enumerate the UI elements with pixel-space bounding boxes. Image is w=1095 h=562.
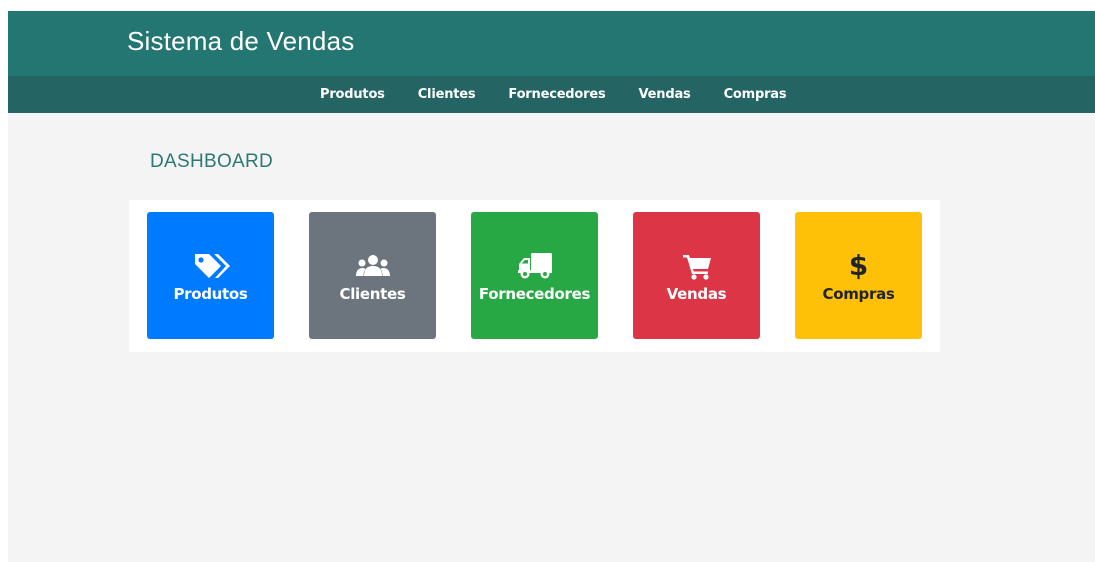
card-fornecedores[interactable]: Fornecedores: [471, 212, 598, 339]
page-title: DASHBOARD: [150, 151, 274, 172]
app-title: Sistema de Vendas: [127, 26, 355, 56]
card-compras-label: Compras: [822, 284, 895, 303]
nav-item-vendas[interactable]: Vendas: [639, 87, 691, 102]
app-header: Sistema de Vendas: [8, 11, 1095, 76]
card-vendas[interactable]: Vendas: [633, 212, 760, 339]
card-produtos[interactable]: Produtos: [147, 212, 274, 339]
nav-item-clientes[interactable]: Clientes: [418, 87, 476, 102]
dollar-glyph: $: [848, 248, 869, 282]
card-produtos-label: Produtos: [173, 284, 248, 303]
nav-items: Produtos Clientes Fornecedores Vendas Co…: [320, 76, 819, 113]
card-clientes[interactable]: Clientes: [309, 212, 436, 339]
nav-item-produtos[interactable]: Produtos: [320, 87, 385, 102]
dashboard-card-panel: Produtos Clientes Fornecedores Vendas $ …: [129, 200, 940, 352]
card-fornecedores-label: Fornecedores: [478, 284, 591, 303]
tags-icon: [192, 251, 230, 281]
truck-icon: [517, 251, 553, 281]
card-compras[interactable]: $ Compras: [795, 212, 922, 339]
nav-item-compras[interactable]: Compras: [724, 87, 787, 102]
main-nav: Produtos Clientes Fornecedores Vendas Co…: [8, 76, 1095, 113]
nav-item-fornecedores[interactable]: Fornecedores: [508, 87, 605, 102]
users-icon: [355, 251, 390, 281]
app-container: Sistema de Vendas Produtos Clientes Forn…: [8, 11, 1095, 562]
card-vendas-label: Vendas: [666, 284, 727, 303]
dollar-icon: $: [848, 248, 869, 282]
card-clientes-label: Clientes: [339, 284, 406, 303]
shopping-cart-icon: [682, 251, 712, 281]
